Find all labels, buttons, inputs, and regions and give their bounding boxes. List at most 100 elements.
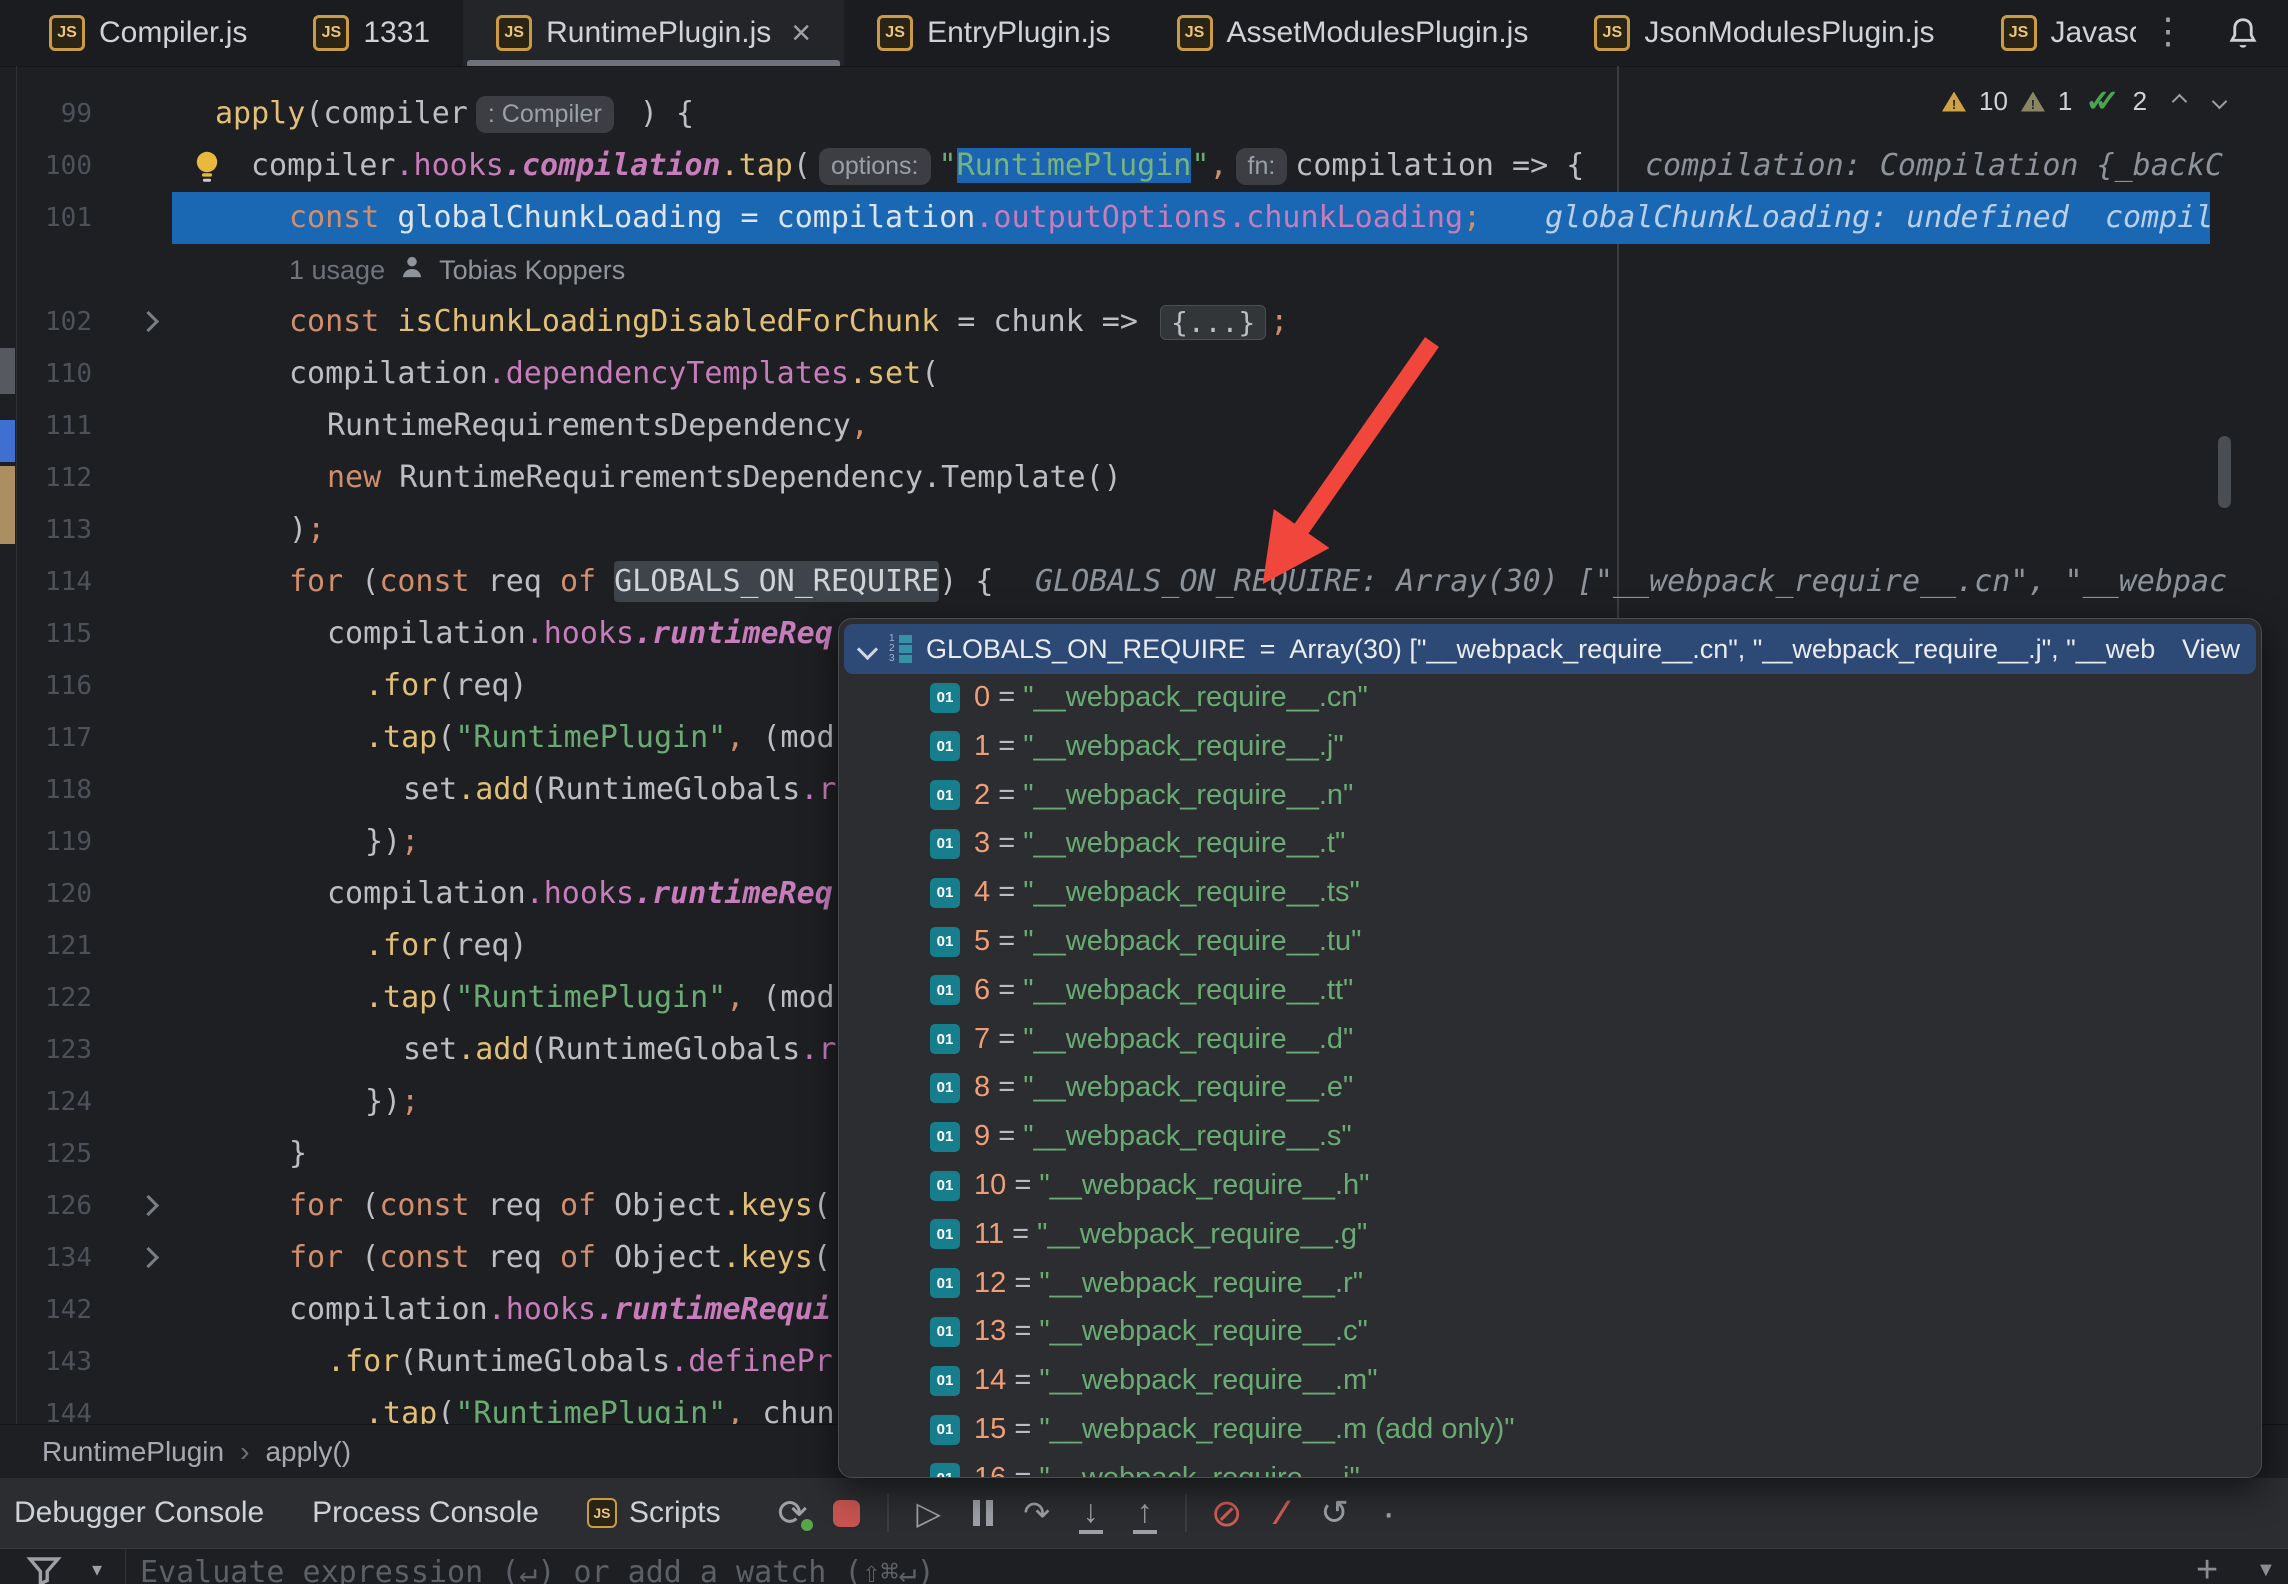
fold-chevron-icon[interactable] — [137, 1246, 160, 1269]
resume-icon[interactable] — [907, 1491, 951, 1535]
force-step-icon[interactable] — [1259, 1491, 1303, 1535]
previous-problem-icon[interactable] — [2171, 93, 2188, 110]
intention-lightbulb-icon[interactable] — [194, 150, 220, 194]
code-line-112[interactable]: 112 new RuntimeRequirementsDependency.Tem… — [0, 452, 2288, 504]
fold-chevron-icon[interactable] — [137, 310, 160, 333]
editor-tab-1331[interactable]: JS 1331 — [280, 0, 463, 66]
pause-icon[interactable] — [961, 1491, 1005, 1535]
code-text[interactable]: compilation.dependencyTemplates.set( — [289, 348, 939, 400]
array-item-row-5[interactable]: 01 5 = "__webpack_require__.tu" — [839, 917, 2261, 966]
array-item-row-11[interactable]: 01 11 = "__webpack_require__.g" — [839, 1210, 2261, 1259]
array-item-row-13[interactable]: 01 13 = "__webpack_require__.c" — [839, 1307, 2261, 1356]
editor-scrollbar-thumb[interactable] — [2218, 436, 2231, 508]
console-tab-process-console[interactable]: Process Console — [288, 1496, 563, 1530]
code-text[interactable]: }); — [365, 816, 419, 868]
more-tabs-icon[interactable]: ⋮ — [2150, 10, 2186, 52]
array-item-row-16[interactable]: 01 16 = "__webpack_require__.i" — [839, 1454, 2261, 1477]
array-item-row-12[interactable]: 01 12 = "__webpack_require__.r" — [839, 1259, 2261, 1308]
mute-breakpoints-icon[interactable] — [1205, 1491, 1249, 1535]
editor-tab-compiler-js[interactable]: JS Compiler.js — [16, 0, 280, 66]
editor-tab-assetmodulesplugin-js[interactable]: JS AssetModulesPlugin.js — [1144, 0, 1562, 66]
code-text[interactable]: compilation.hooks.runtimeRequi — [289, 1284, 838, 1336]
inline-debug-value[interactable]: globalChunkLoading: undefined — [1545, 192, 2069, 244]
array-item-row-10[interactable]: 01 10 = "__webpack_require__.h" — [839, 1161, 2261, 1210]
code-text[interactable]: .for(req) — [365, 660, 528, 712]
next-problem-icon[interactable] — [2211, 93, 2228, 110]
chevron-down-icon[interactable] — [856, 638, 879, 660]
usages-inlay[interactable]: 1 usage Tobias Koppers — [289, 244, 625, 296]
array-item-row-3[interactable]: 01 3 = "__webpack_require__.t" — [839, 819, 2261, 868]
stop-icon[interactable] — [825, 1491, 869, 1535]
breadcrumb-item[interactable]: RuntimePlugin — [42, 1436, 224, 1468]
code-line-101[interactable]: 101 const globalChunkLoading = compilatio… — [0, 192, 2288, 244]
code-text[interactable]: .tap("RuntimePlugin", (mod — [365, 972, 838, 1024]
code-text[interactable]: set.add(RuntimeGlobals.r — [403, 764, 838, 816]
editor-tab-jsonmodulesplugin-js[interactable]: JS JsonModulesPlugin.js — [1561, 0, 1967, 66]
editor-tab-javascriptmodule[interactable]: JS JavascriptModule — [1968, 0, 2136, 66]
console-tab-scripts[interactable]: JS Scripts — [563, 1496, 745, 1530]
close-tab-icon[interactable]: × — [791, 16, 811, 50]
code-text[interactable]: .tap("RuntimePlugin", (mod — [365, 712, 838, 764]
code-line-111[interactable]: 111 RuntimeRequirementsDependency, — [0, 400, 2288, 452]
inline-debug-value[interactable]: compil — [2105, 192, 2213, 244]
code-text[interactable]: compilation.hooks.runtimeReq — [327, 608, 838, 660]
watch-dropdown-icon[interactable]: ▼ — [2256, 1559, 2276, 1582]
step-over-icon[interactable] — [1015, 1491, 1059, 1535]
code-text[interactable]: apply(compiler: Compiler ) { — [215, 88, 694, 140]
inline-debug-value[interactable]: compilation: Compilation {_backC — [1645, 140, 2223, 192]
code-text[interactable]: }); — [365, 1076, 419, 1128]
add-watch-icon[interactable]: + — [2196, 1549, 2218, 1584]
code-text[interactable]: } — [289, 1128, 307, 1180]
evaluate-expression-input[interactable]: Evaluate expression (↵) or add a watch (… — [140, 1555, 935, 1584]
code-text[interactable]: compiler.hooks.compilation.tap(options: "… — [251, 140, 1584, 192]
inline-debug-value[interactable]: GLOBALS_ON_REQUIRE: Array(30) ["__webpac… — [1035, 556, 2227, 608]
code-text[interactable]: .tap("RuntimePlugin", chunk — [365, 1388, 838, 1424]
code-text[interactable]: const isChunkLoadingDisabledForChunk = c… — [289, 296, 1288, 348]
array-item-row-2[interactable]: 01 2 = "__webpack_require__.n" — [839, 771, 2261, 820]
array-item-row-8[interactable]: 01 8 = "__webpack_require__.e" — [839, 1063, 2261, 1112]
code-line-100[interactable]: 100 compiler.hooks.compilation.tap(option… — [0, 140, 2288, 192]
filter-dropdown-icon[interactable]: ▾ — [92, 1557, 102, 1582]
code-text[interactable]: .for(req) — [365, 920, 528, 972]
code-text[interactable]: new RuntimeRequirementsDependency.Templa… — [327, 452, 1122, 504]
code-line-113[interactable]: 113); — [0, 504, 2288, 556]
array-item-row-7[interactable]: 01 7 = "__webpack_require__.d" — [839, 1015, 2261, 1064]
filter-icon[interactable] — [26, 1555, 62, 1584]
step-into-icon[interactable] — [1069, 1491, 1113, 1535]
array-item-row-15[interactable]: 01 15 = "__webpack_require__.m (add only)… — [839, 1405, 2261, 1454]
usage-hint-row[interactable]: 1 usage Tobias Koppers — [0, 244, 2288, 296]
usage-count[interactable]: 1 usage — [289, 244, 385, 296]
array-item-row-0[interactable]: 01 0 = "__webpack_require__.cn" — [839, 673, 2261, 722]
inspections-widget[interactable]: ! 10 ! 1 ✓ ✓ 2 — [1942, 84, 2228, 119]
code-text[interactable]: compilation.hooks.runtimeReq — [327, 868, 838, 920]
console-tab-debugger-console[interactable]: Debugger Console — [0, 1496, 288, 1530]
array-item-row-9[interactable]: 01 9 = "__webpack_require__.s" — [839, 1112, 2261, 1161]
popup-header-row[interactable]: 1 2 3 GLOBALS_ON_REQUIRE = Array(30) ["_… — [844, 624, 2256, 674]
code-line-110[interactable]: 110 compilation.dependencyTemplates.set( — [0, 348, 2288, 400]
code-text[interactable]: for (const req of GLOBALS_ON_REQUIRE) { — [289, 556, 993, 608]
fold-chevron-icon[interactable] — [137, 1194, 160, 1217]
more-dot-icon[interactable] — [1367, 1491, 1411, 1535]
reset-frame-icon[interactable] — [1313, 1491, 1357, 1535]
code-line-114[interactable]: 114 for (const req of GLOBALS_ON_REQUIRE)… — [0, 556, 2288, 608]
code-text[interactable]: for (const req of Object.keys( — [289, 1180, 838, 1232]
code-text[interactable]: set.add(RuntimeGlobals.r — [403, 1024, 838, 1076]
code-text[interactable]: ); — [289, 504, 325, 556]
array-item-row-4[interactable]: 01 4 = "__webpack_require__.ts" — [839, 868, 2261, 917]
notifications-bell-icon[interactable] — [2224, 14, 2262, 59]
array-item-row-6[interactable]: 01 6 = "__webpack_require__.tt" — [839, 966, 2261, 1015]
rerun-debug-icon[interactable] — [771, 1491, 815, 1535]
code-line-102[interactable]: 102 const isChunkLoadingDisabledForChunk … — [0, 296, 2288, 348]
code-text[interactable]: const globalChunkLoading = compilation.o… — [289, 192, 1481, 244]
step-out-icon[interactable] — [1123, 1491, 1167, 1535]
code-text[interactable]: RuntimeRequirementsDependency, — [327, 400, 869, 452]
array-item-row-1[interactable]: 01 1 = "__webpack_require__.j" — [839, 722, 2261, 771]
array-item-row-14[interactable]: 01 14 = "__webpack_require__.m" — [839, 1356, 2261, 1405]
code-text[interactable]: for (const req of Object.keys( — [289, 1232, 838, 1284]
breadcrumb-item[interactable]: apply() — [265, 1436, 351, 1468]
editor-tab-entryplugin-js[interactable]: JS EntryPlugin.js — [844, 0, 1143, 66]
editor-tab-runtimeplugin-js[interactable]: JS RuntimePlugin.js × — [463, 0, 845, 66]
code-text[interactable]: .for(RuntimeGlobals.definePr — [327, 1336, 838, 1388]
string-value-icon: 01 — [930, 1170, 960, 1201]
view-link[interactable]: View — [2182, 634, 2240, 665]
